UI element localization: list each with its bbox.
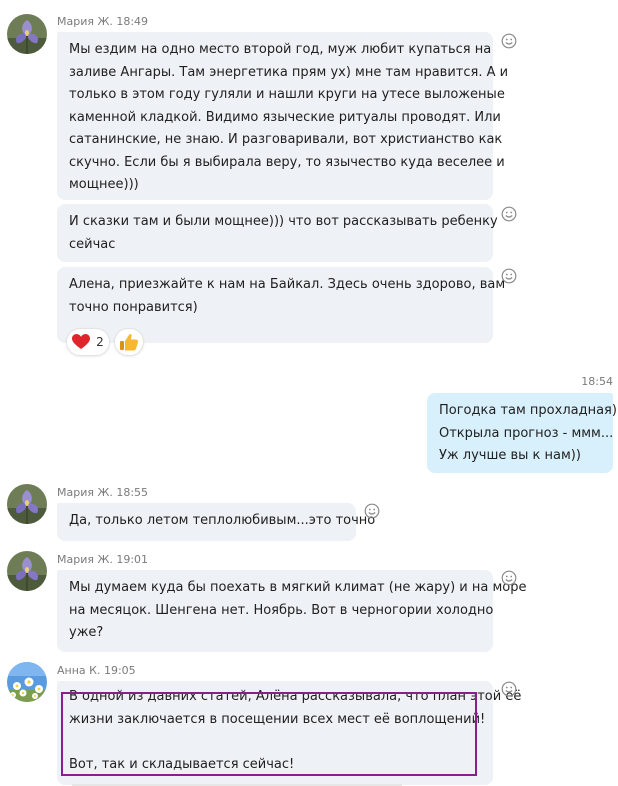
- own-message-bubble[interactable]: Погодка там прохладная)) Открыла прогноз…: [427, 393, 618, 473]
- heart-icon: [72, 334, 91, 349]
- thumbs-up-icon: [120, 334, 139, 351]
- avatar-maria[interactable]: [7, 551, 47, 591]
- daisies-sky-avatar: [7, 662, 47, 702]
- avatar-anna[interactable]: [7, 662, 47, 702]
- message-text-line: Да, только летом теплолюбивым...это точн…: [69, 513, 376, 528]
- message-time: 18:54: [581, 375, 613, 388]
- message-text-line: заливе Ангары. Там энергетика прям ух) м…: [69, 64, 509, 80]
- message-text-line: Мы ездим на одно место второй год, муж л…: [69, 42, 492, 57]
- message-text-line: Уж лучше вы к нам)): [439, 448, 581, 463]
- message-meta: Анна К. 19:05: [57, 664, 136, 677]
- message-bubble[interactable]: Мы ездим на одно место второй год, муж л…: [57, 32, 509, 200]
- message-text-line: сатанинские, не знаю. И разговаривали, в…: [69, 132, 503, 147]
- message-meta: Мария Ж. 18:55: [57, 486, 149, 499]
- message-text-line: только в этом году гуляли и нашли круги …: [69, 87, 505, 102]
- message-text-line: И сказки там и были мощнее))) что вот ра…: [69, 214, 498, 229]
- message-text-line: точно понравится): [69, 299, 198, 315]
- message-meta: Мария Ж. 19:01: [57, 553, 149, 566]
- message-text-line: скучно. Если бы я выбирала веру, то языч…: [69, 154, 505, 170]
- add-reaction-smile-icon[interactable]: [501, 206, 517, 222]
- message-bubble[interactable]: Мы думаем куда бы поехать в мягкий клима…: [57, 570, 527, 652]
- message-text-line: Мы думаем куда бы поехать в мягкий клима…: [69, 580, 527, 595]
- message-text-line: Вот, так и складывается сейчас!: [69, 756, 295, 772]
- add-reaction-smile-icon[interactable]: [364, 503, 380, 519]
- message-text-line: на месяцок. Шенгена нет. Ноябрь. Вот в ч…: [69, 602, 494, 618]
- message-text-line: сейчас: [69, 236, 116, 252]
- avatar-maria[interactable]: [7, 484, 47, 524]
- message-bubble[interactable]: И сказки там и были мощнее))) что вот ра…: [57, 204, 498, 262]
- add-reaction-smile-icon[interactable]: [501, 570, 517, 586]
- reaction-count: 2: [96, 335, 104, 349]
- iris-flower-avatar: [7, 551, 47, 591]
- message-text-line: уже?: [69, 625, 104, 640]
- message-text-line: Открыла прогноз - ммм...: [439, 425, 614, 441]
- message-text-line: жизни заключается в посещении всех мест …: [69, 711, 486, 727]
- iris-flower-avatar: [7, 14, 47, 54]
- add-reaction-smile-icon[interactable]: [501, 33, 517, 49]
- avatar-maria[interactable]: [7, 14, 47, 54]
- add-reaction-smile-icon[interactable]: [501, 268, 517, 284]
- message-text-line: каменной кладкой. Видимо языческие ритуа…: [69, 109, 501, 125]
- message-bubble[interactable]: Да, только летом теплолюбивым...это точн…: [57, 503, 376, 541]
- message-bubble[interactable]: В одной из давних статей, Алёна рассказы…: [57, 681, 522, 785]
- reaction-thumbs-up[interactable]: [114, 328, 144, 356]
- iris-flower-avatar: [7, 484, 47, 524]
- message-text-line: В одной из давних статей, Алёна рассказы…: [69, 689, 522, 704]
- message-meta: Мария Ж. 18:49: [57, 15, 149, 28]
- message-text-line: мощнее))): [69, 177, 139, 192]
- add-reaction-smile-icon[interactable]: [501, 681, 517, 697]
- reaction-heart[interactable]: 2: [66, 328, 110, 356]
- message-text-line: Погодка там прохладная)): [439, 403, 618, 418]
- message-text-line: Алена, приезжайте к нам на Байкал. Здесь…: [69, 277, 506, 292]
